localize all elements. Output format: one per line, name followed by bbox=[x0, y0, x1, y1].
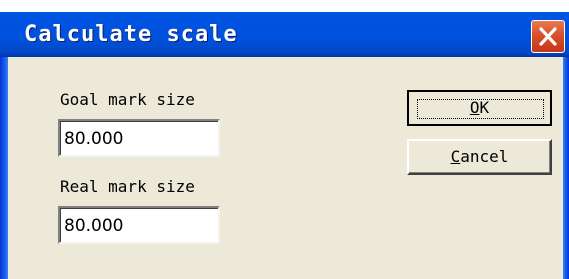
cancel-mnemonic: C bbox=[450, 147, 461, 166]
calculate-scale-dialog: Calculate scale Goal mark size 80.000 Re… bbox=[0, 0, 569, 279]
real-mark-size-label: Real mark size bbox=[60, 177, 195, 196]
title-bar[interactable]: Calculate scale bbox=[0, 0, 569, 57]
cancel-button[interactable]: Cancel bbox=[407, 139, 552, 175]
goal-mark-size-label: Goal mark size bbox=[60, 90, 195, 109]
ok-label-rest: K bbox=[479, 98, 490, 117]
close-button[interactable] bbox=[531, 20, 565, 53]
ok-mnemonic: O bbox=[469, 98, 480, 117]
real-mark-size-input[interactable]: 80.000 bbox=[58, 206, 220, 244]
cancel-label-rest: ancel bbox=[460, 147, 509, 166]
close-x-icon bbox=[539, 27, 557, 46]
ok-button[interactable]: OK bbox=[407, 90, 552, 126]
goal-mark-size-input[interactable]: 80.000 bbox=[58, 119, 220, 157]
ok-button-label: OK bbox=[470, 98, 489, 117]
dialog-title: Calculate scale bbox=[24, 22, 238, 47]
cancel-button-label: Cancel bbox=[451, 147, 509, 166]
